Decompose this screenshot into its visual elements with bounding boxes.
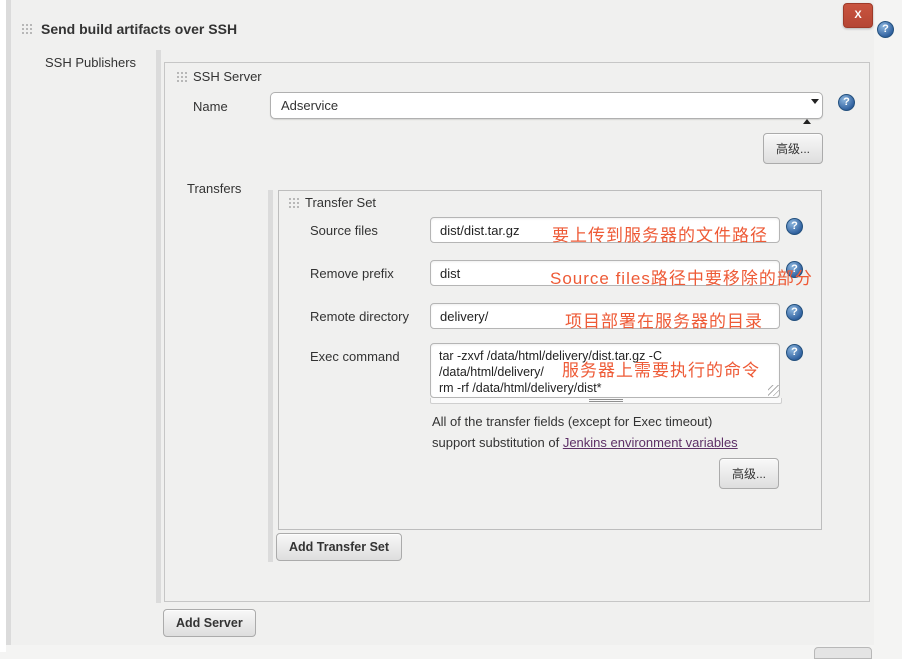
textarea-resize-grip[interactable] [768,385,779,396]
drag-handle-icon[interactable] [287,196,301,210]
help-icon[interactable]: ? [786,261,803,278]
textarea-drag-bar[interactable] [430,398,782,404]
help-icon[interactable]: ? [786,344,803,361]
help-icon[interactable]: ? [838,94,855,111]
help-icon[interactable]: ? [786,218,803,235]
ssh-server-label: SSH Server [193,69,262,84]
server-advanced-button[interactable]: 高级... [763,133,823,164]
name-select[interactable]: Adservice [270,92,823,119]
transfer-advanced-button[interactable]: 高级... [719,458,779,489]
source-files-label: Source files [310,223,378,238]
remote-directory-input[interactable] [430,303,780,329]
partially-visible-button[interactable] [814,647,872,659]
publisher-title: Send build artifacts over SSH [41,21,237,37]
transfer-chunk-drag-stripe[interactable] [268,190,273,562]
transfer-fields-note: All of the transfer fields (except for E… [432,411,792,453]
note-line1: All of the transfer fields (except for E… [432,411,792,432]
source-files-input[interactable] [430,217,780,243]
add-transfer-set-button[interactable]: Add Transfer Set [276,533,402,561]
delete-publisher-button[interactable]: X [843,3,873,28]
remote-directory-label: Remote directory [310,309,409,324]
transfer-set-label: Transfer Set [305,195,376,210]
name-select-value: Adservice [281,98,338,113]
note-line2: support substitution of Jenkins environm… [432,432,792,453]
remove-prefix-input[interactable] [430,260,780,286]
help-icon[interactable]: ? [786,304,803,321]
add-server-button[interactable]: Add Server [163,609,256,637]
ssh-publishers-label: SSH Publishers [45,55,136,70]
drag-handle-icon[interactable] [20,22,34,36]
help-icon[interactable]: ? [877,21,894,38]
exec-command-label: Exec command [310,349,400,364]
exec-command-textarea[interactable]: tar -zxvf /data/html/delivery/dist.tar.g… [430,343,780,398]
name-label: Name [193,99,228,114]
publishers-chunk-drag-stripe[interactable] [156,50,161,603]
drag-handle-icon[interactable] [175,70,189,84]
transfers-label: Transfers [187,181,241,196]
remove-prefix-label: Remove prefix [310,266,394,281]
outer-chunk-drag-stripe[interactable] [6,0,11,645]
select-spinner-icon [803,99,812,114]
jenkins-env-variables-link[interactable]: Jenkins environment variables [563,435,738,450]
